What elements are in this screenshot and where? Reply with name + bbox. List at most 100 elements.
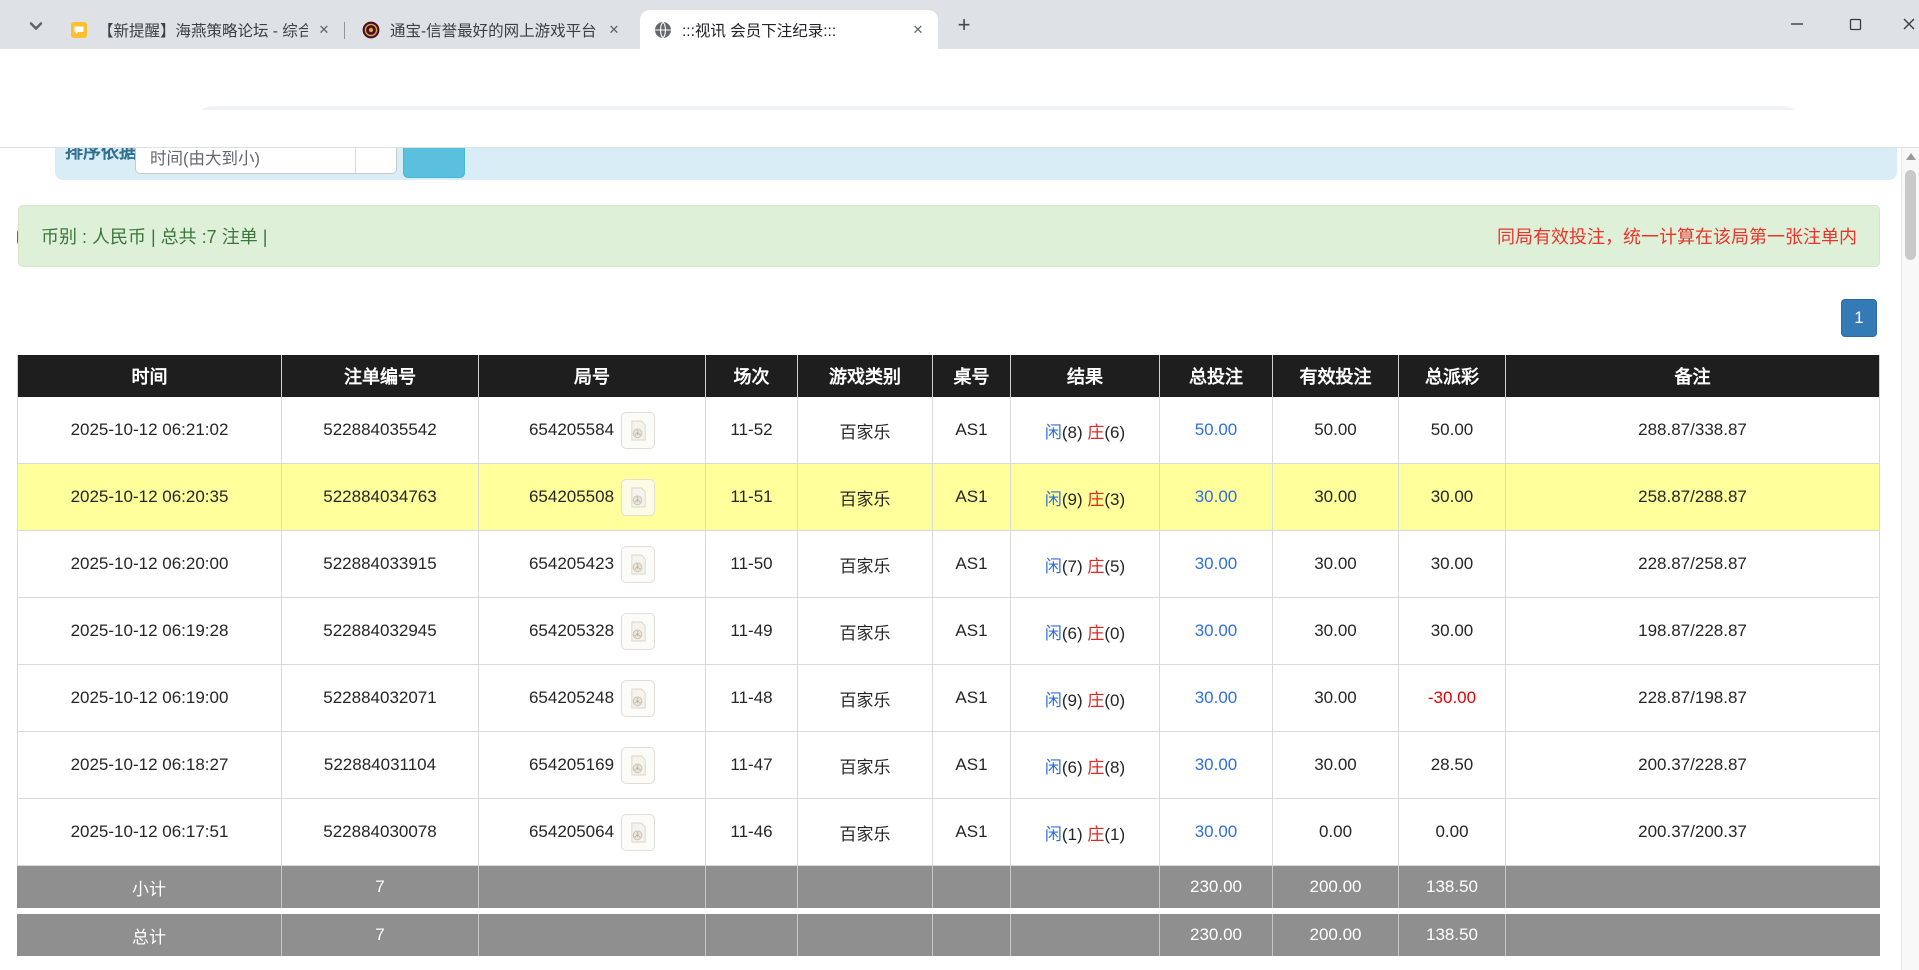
video-replay-button[interactable]: [621, 747, 655, 784]
pagination-page-1[interactable]: 1: [1841, 299, 1877, 337]
player-label: 闲: [1045, 825, 1062, 844]
tab-close-icon[interactable]: ✕: [316, 22, 332, 38]
tab-close-icon[interactable]: ✕: [910, 22, 926, 38]
total-bet-link[interactable]: 50.00: [1195, 420, 1238, 440]
cell-time: 2025-10-12 06:20:00: [17, 531, 282, 598]
banker-label: 庄: [1087, 825, 1104, 844]
cell-time: 2025-10-12 06:18:27: [17, 732, 282, 799]
film-reel-icon: [629, 420, 648, 441]
cell-note: 228.87/258.87: [1506, 531, 1880, 598]
cell-bet-number: 522884035542: [282, 397, 479, 464]
round-number-text: 654205508: [529, 487, 614, 507]
tongbao-coin-icon: [362, 21, 380, 39]
video-replay-button[interactable]: [621, 613, 655, 650]
scrollbar-up-arrow-icon[interactable]: [1906, 153, 1916, 160]
footer-game-type: [798, 866, 933, 908]
total-bet-link[interactable]: 30.00: [1195, 621, 1238, 641]
cell-time: 2025-10-12 06:19:28: [17, 598, 282, 665]
cell-round-number: 654205169: [479, 732, 706, 799]
cell-time: 2025-10-12 06:19:00: [17, 665, 282, 732]
search-button[interactable]: [403, 148, 465, 178]
banker-score: (5): [1104, 557, 1125, 576]
cell-payout: 30.00: [1399, 464, 1506, 531]
summary-bar: 币别 : 人民币 | 总共 :7 注单 | 同局有效投注，统一计算在该局第一张注…: [18, 205, 1880, 267]
cell-total-bet: 30.00: [1160, 464, 1273, 531]
player-score: (1): [1062, 825, 1083, 844]
table-body: 2025-10-12 06:21:02522884035542654205584…: [17, 397, 1880, 866]
cell-bet-number: 522884034763: [282, 464, 479, 531]
cell-game-type: 百家乐: [798, 531, 933, 598]
round-number-text: 654205328: [529, 621, 614, 641]
payout-value: 30.00: [1431, 487, 1474, 507]
round-number-text: 654205169: [529, 755, 614, 775]
cell-payout: 30.00: [1399, 598, 1506, 665]
result-text: 闲(6) 庄(8): [1045, 753, 1125, 778]
cell-note: 288.87/338.87: [1506, 397, 1880, 464]
banker-score: (0): [1104, 691, 1125, 710]
header-cell: 有效投注: [1273, 355, 1399, 397]
cell-total-bet: 30.00: [1160, 799, 1273, 866]
cell-game-type: 百家乐: [798, 732, 933, 799]
film-reel-icon: [629, 621, 648, 642]
tab-bet-records-active[interactable]: :::视讯 会员下注纪录::: ✕: [640, 10, 938, 49]
currency-summary-text: 币别 : 人民币 | 总共 :7 注单 |: [41, 223, 267, 249]
header-cell: 备注: [1506, 355, 1880, 397]
yellow-forum-icon: [70, 21, 88, 39]
cell-total-bet: 30.00: [1160, 732, 1273, 799]
total-bet-link[interactable]: 30.00: [1195, 487, 1238, 507]
banker-label: 庄: [1087, 423, 1104, 442]
cell-payout: 28.50: [1399, 732, 1506, 799]
result-text: 闲(9) 庄(0): [1045, 686, 1125, 711]
cell-game-type: 百家乐: [798, 598, 933, 665]
video-replay-button[interactable]: [621, 814, 655, 851]
cell-session: 11-52: [706, 397, 798, 464]
film-reel-icon: [629, 554, 648, 575]
sort-select[interactable]: 时间(由大到小): [135, 148, 397, 174]
cell-table-number: AS1: [933, 598, 1011, 665]
footer-note: [1506, 866, 1880, 908]
payout-value: 28.50: [1431, 755, 1474, 775]
total-bet-link[interactable]: 30.00: [1195, 688, 1238, 708]
new-tab-button[interactable]: +: [952, 14, 976, 38]
window-close-button[interactable]: [1894, 12, 1919, 36]
video-replay-button[interactable]: [621, 479, 655, 516]
cell-valid-bet: 30.00: [1273, 464, 1399, 531]
cell-game-type: 百家乐: [798, 397, 933, 464]
bet-records-table: 时间注单编号局号场次游戏类别桌号结果总投注有效投注总派彩备注 2025-10-1…: [17, 355, 1880, 956]
browser-window: 【新提醒】海燕策略论坛 - 综合 ✕ 通宝-信誉最好的网上游戏平台 ✕ :::视…: [0, 0, 1919, 970]
header-cell: 游戏类别: [798, 355, 933, 397]
tab-search-chevron-icon[interactable]: [26, 16, 46, 36]
tab-haiyan-forum[interactable]: 【新提醒】海燕策略论坛 - 综合 ✕: [56, 10, 344, 49]
total-bet-link[interactable]: 30.00: [1195, 822, 1238, 842]
cell-total-bet: 30.00: [1160, 665, 1273, 732]
total-bet-link[interactable]: 30.00: [1195, 554, 1238, 574]
window-maximize-button[interactable]: [1840, 12, 1870, 36]
cell-valid-bet: 0.00: [1273, 799, 1399, 866]
footer-table: [933, 914, 1011, 956]
cell-note: 198.87/228.87: [1506, 598, 1880, 665]
tab-tongbao[interactable]: 通宝-信誉最好的网上游戏平台 ✕: [348, 10, 634, 49]
video-replay-button[interactable]: [621, 546, 655, 583]
table-row: 2025-10-12 06:18:27522884031104654205169…: [17, 732, 1880, 799]
film-reel-icon: [629, 755, 648, 776]
tab-title: 通宝-信誉最好的网上游戏平台: [390, 19, 598, 41]
cell-session: 11-49: [706, 598, 798, 665]
scrollbar-thumb[interactable]: [1905, 170, 1916, 260]
cell-payout: 0.00: [1399, 799, 1506, 866]
cell-valid-bet: 30.00: [1273, 732, 1399, 799]
notice-text: 同局有效投注，统一计算在该局第一张注单内: [1497, 223, 1857, 249]
video-replay-button[interactable]: [621, 680, 655, 717]
player-score: (8): [1062, 423, 1083, 442]
video-replay-button[interactable]: [621, 412, 655, 449]
total-bet-link[interactable]: 30.00: [1195, 755, 1238, 775]
window-minimize-button[interactable]: [1782, 12, 1812, 36]
payout-value: 0.00: [1435, 822, 1468, 842]
banker-score: (0): [1104, 624, 1125, 643]
film-reel-icon: [629, 688, 648, 709]
sort-label: 排序依据:: [65, 148, 143, 164]
tab-close-icon[interactable]: ✕: [606, 22, 622, 38]
banker-score: (3): [1104, 490, 1125, 509]
cell-time: 2025-10-12 06:21:02: [17, 397, 282, 464]
cell-round-number: 654205248: [479, 665, 706, 732]
page-scrollbar[interactable]: [1901, 148, 1919, 970]
